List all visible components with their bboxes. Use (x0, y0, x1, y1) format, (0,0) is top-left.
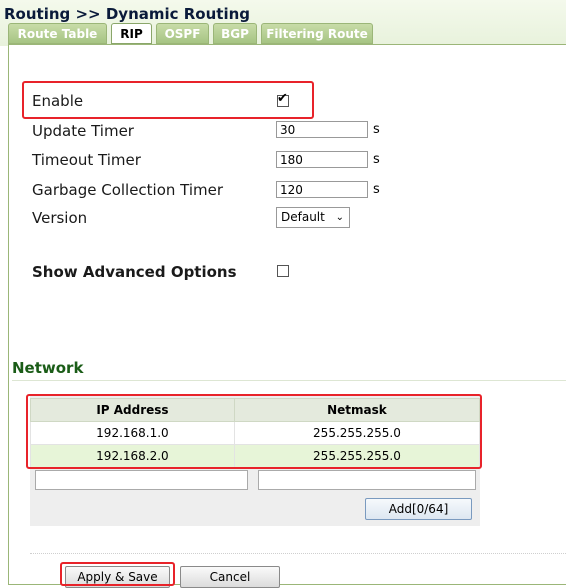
update-timer-unit: s (373, 122, 380, 137)
tab-rip[interactable]: RIP (111, 23, 152, 44)
tab-route-table[interactable]: Route Table (8, 23, 107, 44)
highlight-apply-box (60, 562, 175, 586)
update-timer-label: Update Timer (32, 122, 134, 140)
timeout-timer-unit: s (373, 152, 380, 167)
new-netmask-input[interactable] (258, 470, 476, 490)
highlight-network-table-box (26, 394, 482, 469)
tab-filtering-route[interactable]: Filtering Route (261, 23, 373, 44)
highlight-enable-box (22, 81, 314, 119)
cancel-button[interactable]: Cancel (180, 566, 280, 588)
divider (30, 553, 566, 554)
breadcrumb: Routing >> Dynamic Routing (4, 5, 251, 23)
tab-ospf[interactable]: OSPF (156, 23, 209, 44)
add-network-button[interactable]: Add[0/64] (365, 498, 472, 520)
tab-bgp[interactable]: BGP (213, 23, 257, 44)
timeout-timer-input[interactable] (276, 151, 368, 168)
version-label: Version (32, 209, 88, 227)
update-timer-input[interactable] (276, 121, 368, 138)
garbage-timer-label: Garbage Collection Timer (32, 181, 224, 199)
garbage-timer-input[interactable] (276, 181, 368, 198)
advanced-options-checkbox[interactable] (277, 265, 289, 277)
garbage-timer-unit: s (373, 182, 380, 197)
advanced-options-label: Show Advanced Options (32, 263, 237, 281)
version-select[interactable]: Default ⌄ (276, 207, 350, 228)
new-ip-input[interactable] (35, 470, 248, 490)
section-divider (12, 380, 566, 381)
version-value: Default (281, 210, 325, 224)
timeout-timer-label: Timeout Timer (32, 151, 141, 169)
chevron-down-icon: ⌄ (335, 212, 344, 223)
network-section-title: Network (12, 359, 84, 377)
